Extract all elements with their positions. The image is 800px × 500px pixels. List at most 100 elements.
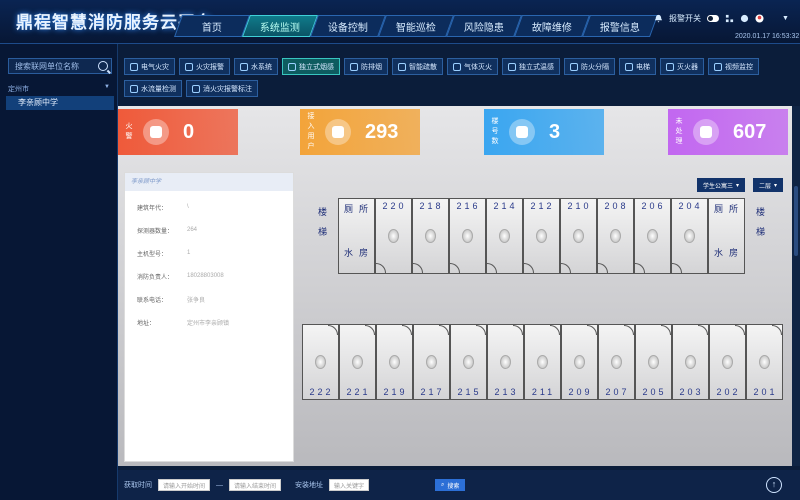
door bbox=[439, 325, 449, 335]
stat-label: 火警 bbox=[125, 123, 133, 140]
smoke-sensor-icon[interactable] bbox=[499, 229, 510, 243]
smoke-sensor-icon[interactable] bbox=[574, 355, 585, 369]
smoke-sensor-icon[interactable] bbox=[426, 355, 437, 369]
room[interactable]: 207 bbox=[598, 324, 635, 400]
address-input[interactable]: 输入关键字 bbox=[329, 479, 369, 491]
smoke-sensor-icon[interactable] bbox=[722, 355, 733, 369]
unit-search-input[interactable]: 搜索联网单位名称 bbox=[8, 58, 112, 74]
toolbar-button[interactable]: 电梯 bbox=[619, 58, 656, 75]
toolbar-button[interactable]: 气体灭火 bbox=[447, 58, 498, 75]
room[interactable]: 204 bbox=[671, 198, 708, 274]
alarm-switch-toggle[interactable] bbox=[707, 15, 719, 22]
smoke-sensor-icon[interactable] bbox=[759, 355, 770, 369]
smoke-sensor-icon[interactable] bbox=[648, 355, 659, 369]
search-icon: ⌕ bbox=[441, 481, 445, 488]
toolbar-button[interactable]: 火灾报警 bbox=[179, 58, 230, 75]
toolbar-button[interactable]: 电气火灾 bbox=[124, 58, 175, 75]
room[interactable]: 222 bbox=[302, 324, 339, 400]
stair-label-left: 楼梯 bbox=[318, 207, 328, 237]
stat-card[interactable]: 火警 0 bbox=[118, 109, 238, 155]
nav-tab-inspection[interactable]: 智能巡检 bbox=[377, 15, 455, 37]
end-time-input[interactable]: 请输入结束时间 bbox=[229, 479, 281, 491]
building-select[interactable]: 学生公寓三 ▾ bbox=[697, 178, 746, 192]
user-menu-chevron-icon[interactable]: ▼ bbox=[782, 15, 789, 22]
room-number: 209 bbox=[568, 387, 593, 397]
room[interactable]: 215 bbox=[450, 324, 487, 400]
room[interactable]: 212 bbox=[523, 198, 560, 274]
smoke-sensor-icon[interactable] bbox=[462, 229, 473, 243]
nav-tab-risk[interactable]: 风险隐患 bbox=[445, 15, 523, 37]
toolbar-button[interactable]: 防火分隔 bbox=[564, 58, 615, 75]
room[interactable]: 205 bbox=[635, 324, 672, 400]
avatar[interactable] bbox=[755, 14, 764, 23]
room-number: 205 bbox=[642, 387, 667, 397]
start-time-input[interactable]: 请输入开始时间 bbox=[158, 479, 210, 491]
room-number: 208 bbox=[604, 201, 629, 211]
toolbar-button[interactable]: 消火灾报警标注 bbox=[186, 80, 258, 97]
toolbar-button[interactable]: 智能疏散 bbox=[392, 58, 443, 75]
smoke-sensor-icon[interactable] bbox=[315, 355, 326, 369]
smoke-sensor-icon[interactable] bbox=[610, 229, 621, 243]
door bbox=[772, 325, 782, 335]
stat-card[interactable]: 楼号数 3 bbox=[484, 109, 604, 155]
room[interactable]: 216 bbox=[449, 198, 486, 274]
room[interactable]: 219 bbox=[376, 324, 413, 400]
room[interactable]: 201 bbox=[746, 324, 783, 400]
room[interactable]: 209 bbox=[561, 324, 598, 400]
stat-card[interactable]: 接入用户 293 bbox=[300, 109, 420, 155]
smoke-sensor-icon[interactable] bbox=[685, 355, 696, 369]
nav-tab-device-control[interactable]: 设备控制 bbox=[309, 15, 387, 37]
room[interactable]: 220 bbox=[375, 198, 412, 274]
room[interactable]: 213 bbox=[487, 324, 524, 400]
nav-tab-home[interactable]: 首页 bbox=[173, 15, 251, 37]
room[interactable]: 208 bbox=[597, 198, 634, 274]
nav-tab-repair[interactable]: 故障维修 bbox=[513, 15, 591, 37]
room[interactable]: 221 bbox=[339, 324, 376, 400]
room-number: 210 bbox=[567, 201, 592, 211]
smoke-sensor-icon[interactable] bbox=[389, 355, 400, 369]
smoke-sensor-icon[interactable] bbox=[684, 229, 695, 243]
info-row: 消防负责人： 18028803008 bbox=[125, 269, 293, 283]
vertical-scrollbar[interactable] bbox=[792, 106, 800, 466]
smoke-sensor-icon[interactable] bbox=[425, 229, 436, 243]
room[interactable]: 206 bbox=[634, 198, 671, 274]
smoke-sensor-icon[interactable] bbox=[537, 355, 548, 369]
sidebar-city[interactable]: 定州市 ▼ bbox=[8, 84, 112, 94]
face-icon[interactable] bbox=[740, 14, 749, 23]
smoke-sensor-icon[interactable] bbox=[388, 229, 399, 243]
smoke-sensor-icon[interactable] bbox=[573, 229, 584, 243]
info-row: 联系电话： 张争良 bbox=[125, 292, 293, 306]
room[interactable]: 218 bbox=[412, 198, 449, 274]
nav-tab-alarm-info[interactable]: 报警信息 bbox=[581, 15, 659, 37]
toolbar-button[interactable]: 独立式温感 bbox=[502, 58, 560, 75]
stat-card[interactable]: 未处理 607 bbox=[668, 109, 788, 155]
room[interactable]: 210 bbox=[560, 198, 597, 274]
sidebar-item-school[interactable]: 李亲顾中学 bbox=[6, 96, 114, 110]
search-button[interactable]: ⌕ 搜索 bbox=[435, 479, 466, 491]
floor-select[interactable]: 二层 ▾ bbox=[753, 178, 784, 192]
scroll-top-icon[interactable]: ↑ bbox=[766, 477, 782, 493]
room[interactable]: 211 bbox=[524, 324, 561, 400]
toolbar-button[interactable]: 水系统 bbox=[234, 58, 278, 75]
room[interactable]: 203 bbox=[672, 324, 709, 400]
room[interactable]: 217 bbox=[413, 324, 450, 400]
room[interactable]: 202 bbox=[709, 324, 746, 400]
search-icon[interactable] bbox=[98, 61, 108, 71]
smoke-sensor-icon[interactable] bbox=[500, 355, 511, 369]
smoke-sensor-icon[interactable] bbox=[536, 229, 547, 243]
bell-icon[interactable] bbox=[654, 14, 663, 23]
smoke-sensor-icon[interactable] bbox=[647, 229, 658, 243]
room[interactable]: 214 bbox=[486, 198, 523, 274]
toolbar-button[interactable]: 灭火器 bbox=[660, 58, 704, 75]
toolbar-button[interactable]: 水流量检测 bbox=[124, 80, 182, 97]
network-icon[interactable] bbox=[725, 14, 734, 23]
toolbar-button[interactable]: 视频监控 bbox=[708, 58, 759, 75]
toolbar-button[interactable]: 防排烟 bbox=[344, 58, 388, 75]
nav-tab-system-monitor[interactable]: 系统监测 bbox=[241, 15, 319, 37]
system-icon bbox=[666, 62, 674, 71]
toolbar-button[interactable]: 独立式烟感 bbox=[282, 58, 340, 75]
smoke-sensor-icon[interactable] bbox=[611, 355, 622, 369]
smoke-sensor-icon[interactable] bbox=[352, 355, 363, 369]
smoke-sensor-icon[interactable] bbox=[463, 355, 474, 369]
door bbox=[587, 325, 597, 335]
